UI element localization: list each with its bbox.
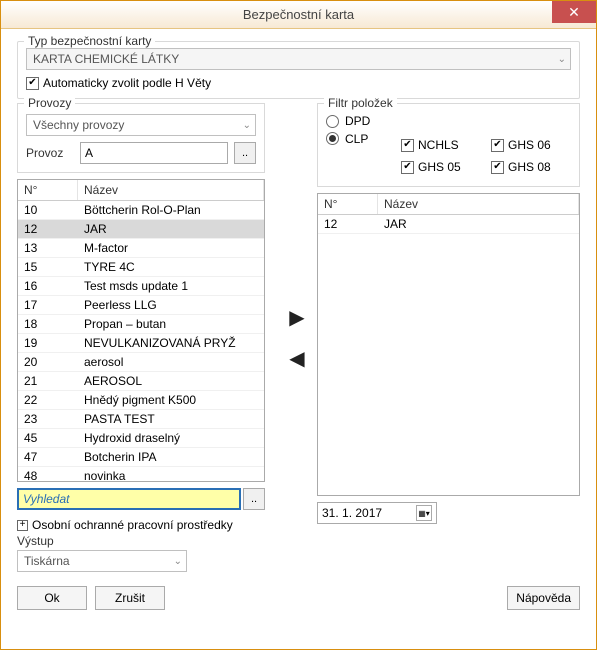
provozy-label: Provozy [24, 96, 75, 110]
provoz-label: Provoz [26, 146, 74, 160]
table-row[interactable]: 47Botcherin IPA [18, 448, 264, 467]
right-table-body[interactable]: 12JAR [318, 215, 579, 495]
calendar-icon[interactable]: ▦▾ [416, 505, 432, 521]
card-type-value: KARTA CHEMICKÉ LÁTKY [33, 52, 179, 66]
clp-radio[interactable] [326, 132, 339, 145]
auto-label: Automaticky zvolit podle H Věty [43, 76, 211, 90]
ghs06-checkbox[interactable]: ✔ [491, 139, 504, 152]
table-row[interactable]: 12JAR [18, 220, 264, 239]
filter-group: Filtr položek DPD CLP ✔NCHLS ✔GHS 06 ✔GH… [317, 103, 580, 187]
move-left-button[interactable]: ◀ [289, 346, 304, 371]
vystup-label: Výstup [17, 534, 265, 548]
provozy-combo[interactable]: Všechny provozy ⌄ [26, 114, 256, 136]
col-n-header[interactable]: N° [18, 180, 78, 200]
card-type-label: Typ bezpečnostní karty [24, 34, 155, 48]
table-row[interactable]: 10Böttcherin Rol-O-Plan [18, 201, 264, 220]
search-placeholder: Vyhledat [23, 492, 69, 506]
right-table: N° Název 12JAR [317, 193, 580, 496]
ghs06-label: GHS 06 [508, 138, 551, 152]
move-right-button[interactable]: ▶ [289, 305, 304, 330]
chevron-down-icon: ⌄ [243, 120, 251, 131]
plus-icon: + [17, 520, 28, 531]
provozy-group: Provozy Všechny provozy ⌄ Provoz A .. [17, 103, 265, 173]
ghs08-checkbox[interactable]: ✔ [491, 161, 504, 174]
nchls-checkbox[interactable]: ✔ [401, 139, 414, 152]
provoz-browse-button[interactable]: .. [234, 142, 256, 164]
clp-label: CLP [345, 132, 375, 146]
col-name-header[interactable]: Název [378, 194, 579, 214]
right-table-header: N° Název [318, 194, 579, 215]
provoz-value: A [85, 146, 93, 160]
chevron-down-icon: ⌄ [558, 54, 566, 65]
left-table: N° Název 10Böttcherin Rol-O-Plan12JAR13M… [17, 179, 265, 482]
ghs08-label: GHS 08 [508, 160, 551, 174]
close-icon: ✕ [568, 4, 580, 21]
auto-checkbox[interactable]: ✔ [26, 77, 39, 90]
provozy-value: Všechny provozy [33, 118, 124, 132]
ok-button[interactable]: Ok [17, 586, 87, 610]
table-row[interactable]: 21AEROSOL [18, 372, 264, 391]
card-type-combo[interactable]: KARTA CHEMICKÉ LÁTKY ⌄ [26, 48, 571, 70]
provoz-input[interactable]: A [80, 142, 228, 164]
dpd-label: DPD [345, 114, 370, 128]
table-row[interactable]: 13M-factor [18, 239, 264, 258]
table-row[interactable]: 16Test msds update 1 [18, 277, 264, 296]
table-row[interactable]: 48novinka [18, 467, 264, 481]
table-row[interactable]: 17Peerless LLG [18, 296, 264, 315]
chevron-down-icon: ⌄ [174, 556, 182, 567]
titlebar: Bezpečnostní karta ✕ [1, 1, 596, 29]
table-row[interactable]: 15TYRE 4C [18, 258, 264, 277]
table-row[interactable]: 45Hydroxid draselný [18, 429, 264, 448]
table-row[interactable]: 20aerosol [18, 353, 264, 372]
nchls-label: NCHLS [418, 138, 459, 152]
ghs05-checkbox[interactable]: ✔ [401, 161, 414, 174]
col-n-header[interactable]: N° [318, 194, 378, 214]
left-table-header: N° Název [18, 180, 264, 201]
close-button[interactable]: ✕ [552, 1, 596, 23]
table-row[interactable]: 18Propan – butan [18, 315, 264, 334]
vystup-value: Tiskárna [24, 554, 70, 568]
oopp-label: Osobní ochranné pracovní prostředky [32, 518, 233, 532]
table-row[interactable]: 12JAR [318, 215, 579, 234]
col-name-header[interactable]: Název [78, 180, 264, 200]
left-table-body[interactable]: 10Böttcherin Rol-O-Plan12JAR13M-factor15… [18, 201, 264, 481]
card-type-group: Typ bezpečnostní karty KARTA CHEMICKÉ LÁ… [17, 41, 580, 99]
dpd-radio[interactable] [326, 115, 339, 128]
filter-label: Filtr položek [324, 96, 397, 110]
vystup-combo[interactable]: Tiskárna ⌄ [17, 550, 187, 572]
help-button[interactable]: Nápověda [507, 586, 580, 610]
date-input[interactable]: 31. 1. 2017 ▦▾ [317, 502, 437, 524]
table-row[interactable]: 23PASTA TEST [18, 410, 264, 429]
ghs05-label: GHS 05 [418, 160, 461, 174]
table-row[interactable]: 19NEVULKANIZOVANÁ PRYŽ [18, 334, 264, 353]
cancel-button[interactable]: Zrušit [95, 586, 165, 610]
table-row[interactable]: 22Hnědý pigment K500 [18, 391, 264, 410]
search-input[interactable]: Vyhledat [17, 488, 241, 510]
oopp-expander[interactable]: + Osobní ochranné pracovní prostředky [17, 518, 265, 532]
date-value: 31. 1. 2017 [322, 506, 382, 520]
search-browse-button[interactable]: .. [243, 488, 265, 510]
window-title: Bezpečnostní karta [1, 7, 596, 22]
